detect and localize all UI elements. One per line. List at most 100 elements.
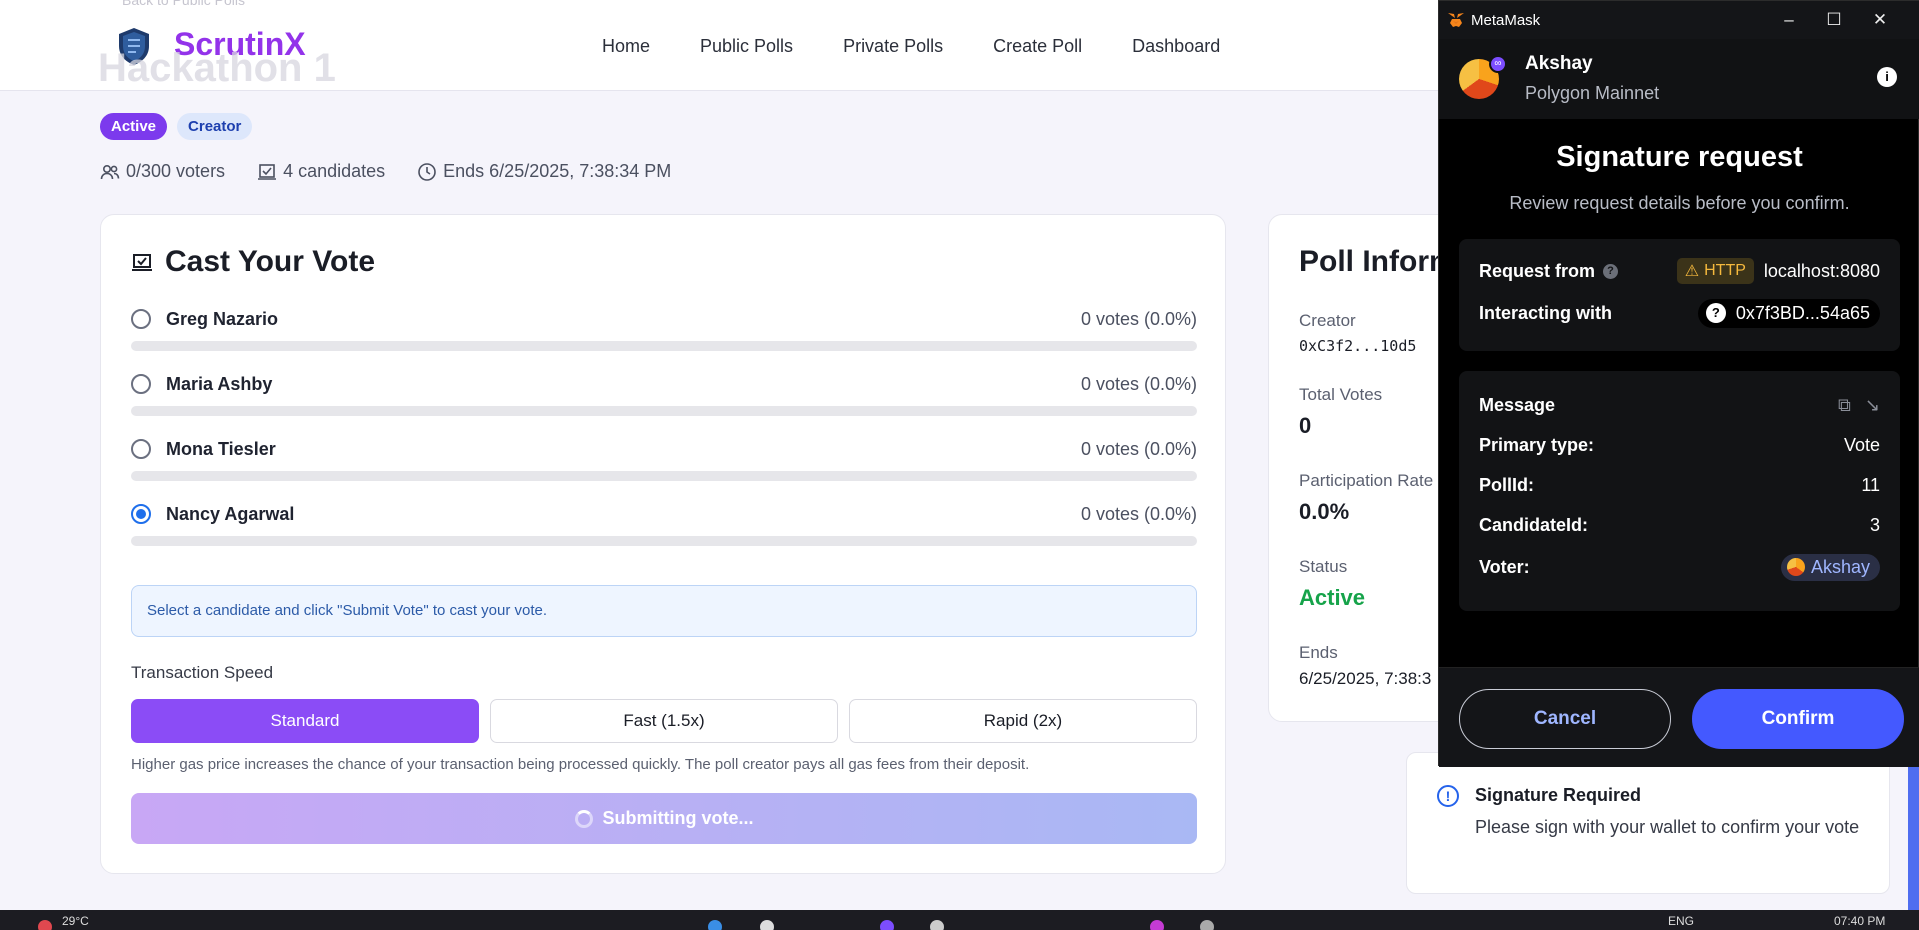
speed-standard-button[interactable]: Standard — [131, 699, 479, 743]
help-icon[interactable]: ? — [1603, 263, 1619, 279]
metamask-titlebar: MetaMask – ☐ ✕ — [1439, 1, 1919, 39]
network-name: Polygon Mainnet — [1525, 83, 1660, 103]
message-label: Message — [1479, 394, 1556, 415]
vote-share-bar — [131, 341, 1197, 351]
voter-avatar — [1786, 558, 1805, 576]
status-label: Status — [1299, 557, 1348, 576]
cancel-button[interactable]: Cancel — [1459, 689, 1671, 749]
candidate-name: Mona Tiesler — [166, 438, 276, 459]
submit-vote-button[interactable]: Submitting vote... — [131, 793, 1197, 844]
voters-meta: 0/300 voters — [100, 161, 225, 182]
vote-share-bar — [131, 536, 1197, 546]
language-indicator[interactable]: ENG — [1668, 914, 1694, 928]
ends-meta: Ends 6/25/2025, 7:38:34 PM — [417, 161, 671, 182]
nav-private-polls[interactable]: Private Polls — [843, 36, 943, 57]
maximize-icon[interactable]: ☐ — [1821, 7, 1847, 33]
interacting-with-label: Interacting with — [1479, 302, 1613, 323]
interacting-with-row: Interacting with ? 0x7f3BD...54a65 — [1479, 297, 1880, 329]
message-row: Message ⧉ ↘ — [1479, 391, 1880, 419]
participation-rate-value: 0.0% — [1299, 499, 1350, 524]
close-icon[interactable]: ✕ — [1867, 7, 1893, 33]
radio-button[interactable] — [131, 309, 151, 329]
creator-label: Creator — [1299, 311, 1356, 330]
app-icon[interactable] — [1200, 920, 1214, 930]
candidate-votes: 0 votes (0.0%) — [1080, 308, 1197, 329]
candidate-votes: 0 votes (0.0%) — [1080, 503, 1197, 524]
transaction-speed-label: Transaction Speed — [131, 663, 274, 682]
signature-request-heading: Signature request — [1556, 141, 1803, 173]
candidate-option[interactable]: Greg Nazario 0 votes (0.0%) — [131, 305, 1197, 351]
link-icon: ∞ — [1489, 55, 1507, 73]
request-from-label: Request from — [1479, 260, 1596, 281]
unknown-contract-icon: ? — [1705, 303, 1726, 323]
cast-vote-card: Cast Your Vote Greg Nazario 0 votes (0.0%… — [100, 214, 1226, 874]
primary-type-row: Primary type: Vote — [1479, 431, 1880, 459]
total-votes-value: 0 — [1299, 413, 1312, 438]
nav-create-poll[interactable]: Create Poll — [993, 36, 1082, 57]
nav-links: Home Public Polls Private Polls Create P… — [602, 36, 1220, 57]
candidate-option[interactable]: Mona Tiesler 0 votes (0.0%) — [131, 435, 1197, 481]
primary-type-label: Primary type: — [1479, 434, 1595, 455]
start-icon[interactable] — [708, 920, 722, 930]
voter-name: Akshay — [1810, 556, 1870, 577]
poll-id-value: 11 — [1861, 474, 1880, 495]
nav-dashboard[interactable]: Dashboard — [1132, 36, 1220, 57]
ends-value: 6/25/2025, 7:38:3 — [1299, 669, 1432, 688]
speed-fast-button[interactable]: Fast (1.5x) — [490, 699, 838, 743]
account-header: ∞ Akshay Polygon Mainnet i — [1439, 39, 1919, 119]
contract-address-pill[interactable]: ? 0x7f3BD...54a65 — [1697, 298, 1880, 328]
primary-type-value: Vote — [1843, 434, 1880, 455]
radio-button-selected[interactable] — [131, 504, 151, 524]
voter-row: Voter: Akshay — [1479, 551, 1880, 583]
creator-address: 0xC3f2...10d5 — [1299, 337, 1417, 355]
back-link[interactable]: Back to Public Polls — [122, 0, 245, 8]
metamask-title: MetaMask — [1471, 12, 1541, 29]
ballot-icon — [258, 163, 277, 180]
nav-home[interactable]: Home — [602, 36, 650, 57]
request-origin: localhost:8080 — [1763, 260, 1880, 281]
poll-badges: Active Creator — [100, 113, 253, 140]
candidate-name: Greg Nazario — [166, 308, 279, 329]
candidate-option[interactable]: Maria Ashby 0 votes (0.0%) — [131, 370, 1197, 416]
spinner-icon — [574, 809, 593, 828]
app-icon[interactable] — [880, 920, 894, 930]
request-from-row: Request from? ⚠ HTTP localhost:8080 — [1479, 255, 1880, 287]
status-badge: Active — [100, 113, 168, 140]
radio-button[interactable] — [131, 439, 151, 459]
confirm-button[interactable]: Confirm — [1692, 689, 1904, 749]
voter-account-pill[interactable]: Akshay — [1780, 553, 1880, 581]
voters-count: 0/300 voters — [126, 161, 226, 181]
clock[interactable]: 07:40 PM — [1834, 914, 1885, 928]
search-icon[interactable] — [760, 920, 774, 930]
metamask-footer: Cancel Confirm — [1439, 667, 1919, 767]
voter-label: Voter: — [1479, 556, 1530, 577]
message-box: Message ⧉ ↘ Primary type: Vote PollId: 1… — [1459, 371, 1900, 611]
toast-description: Please sign with your wallet to confirm … — [1475, 817, 1860, 837]
poll-title: Hackathon 1 — [98, 46, 336, 90]
copy-icon[interactable]: ⧉ — [1838, 395, 1851, 416]
candidate-votes: 0 votes (0.0%) — [1080, 438, 1197, 459]
info-icon[interactable]: i — [1877, 67, 1897, 87]
speed-rapid-button[interactable]: Rapid (2x) — [849, 699, 1197, 743]
vote-hint: Select a candidate and click "Submit Vot… — [131, 585, 1197, 637]
candidate-id-row: CandidateId: 3 — [1479, 511, 1880, 539]
account-avatar[interactable]: ∞ — [1459, 55, 1507, 99]
candidate-option[interactable]: Nancy Agarwal 0 votes (0.0%) — [131, 500, 1197, 546]
candidate-id-label: CandidateId: — [1479, 514, 1589, 535]
ballot-box-icon — [132, 254, 152, 271]
collapse-icon[interactable]: ↘ — [1865, 395, 1880, 416]
poll-id-label: PollId: — [1479, 474, 1534, 495]
app-icon[interactable] — [930, 920, 944, 930]
app-icon[interactable] — [1150, 920, 1164, 930]
minimize-icon[interactable]: – — [1776, 7, 1802, 33]
signature-request-subheading: Review request details before you confir… — [1509, 193, 1850, 213]
candidate-name: Maria Ashby — [166, 373, 273, 394]
radio-button[interactable] — [131, 374, 151, 394]
nav-public-polls[interactable]: Public Polls — [700, 36, 793, 57]
poll-meta: 0/300 voters 4 candidates Ends 6/25/2025… — [100, 161, 671, 182]
users-icon — [100, 164, 120, 179]
cast-vote-title: Cast Your Vote — [165, 245, 376, 278]
http-warning-badge: ⚠ HTTP — [1676, 258, 1754, 284]
participation-rate-label: Participation Rate — [1299, 471, 1434, 490]
total-votes-label: Total Votes — [1299, 385, 1383, 404]
